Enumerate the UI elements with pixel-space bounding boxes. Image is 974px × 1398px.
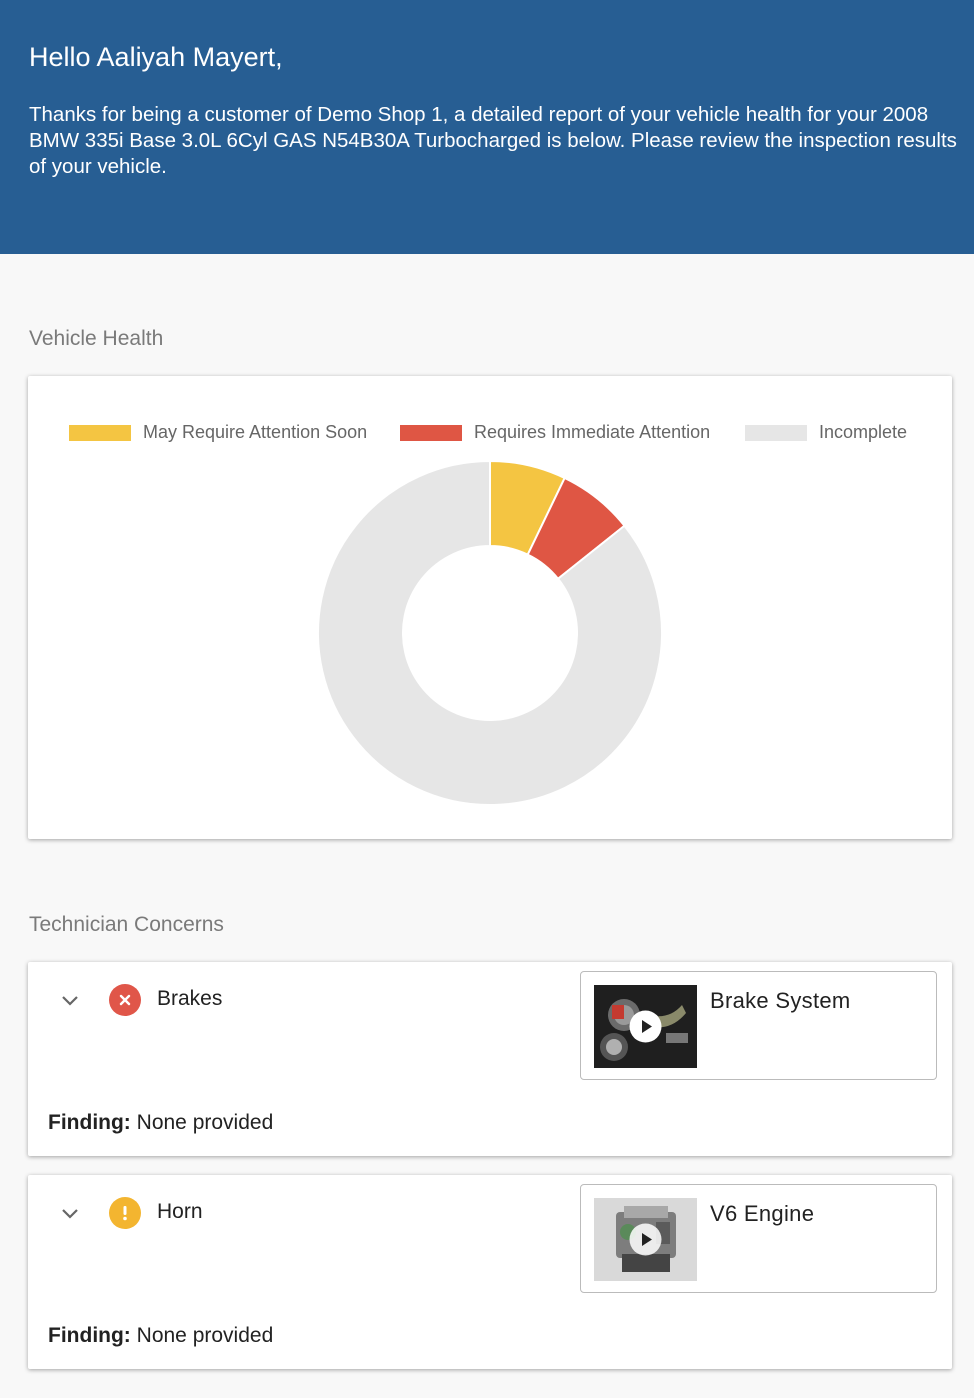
vehicle-health-title: Vehicle Health	[29, 327, 164, 350]
report-header: Hello Aaliyah Mayert, Thanks for being a…	[0, 0, 974, 254]
finding-text: Finding: None provided	[48, 1324, 273, 1348]
exclamation-circle-icon	[109, 1197, 141, 1229]
finding-text: Finding: None provided	[48, 1111, 273, 1135]
vehicle-health-donut-chart	[317, 459, 663, 806]
video-card-v6-engine[interactable]: V6 Engine	[580, 1184, 937, 1293]
concern-name: Horn	[157, 1200, 203, 1223]
x-circle-icon	[109, 984, 141, 1016]
play-icon[interactable]	[629, 1223, 662, 1256]
finding-label: Finding:	[48, 1111, 131, 1134]
video-card-brake-system[interactable]: Brake System	[580, 971, 937, 1080]
chevron-down-icon[interactable]	[58, 1201, 82, 1225]
video-title[interactable]: V6 Engine	[710, 1201, 814, 1227]
intro-text: Thanks for being a customer of Demo Shop…	[29, 103, 957, 178]
concern-card-brakes: Brakes Brake System Finding: None provid…	[28, 962, 952, 1156]
technician-concerns-title: Technician Concerns	[29, 913, 224, 936]
finding-label: Finding:	[48, 1324, 131, 1347]
concern-name: Brakes	[157, 987, 223, 1010]
engine-thumbnail[interactable]	[594, 1198, 697, 1281]
finding-value: None provided	[136, 1324, 274, 1347]
brake-system-thumbnail[interactable]	[594, 985, 697, 1068]
greeting: Hello Aaliyah Mayert,	[29, 42, 283, 72]
play-icon[interactable]	[629, 1010, 662, 1043]
video-title[interactable]: Brake System	[710, 988, 851, 1014]
concern-card-horn: Horn V6 Engine Finding: None provided	[28, 1175, 952, 1369]
vehicle-health-card: May Require Attention Soon Requires Imme…	[28, 376, 952, 839]
chevron-down-icon[interactable]	[58, 988, 82, 1012]
finding-value: None provided	[136, 1111, 274, 1134]
